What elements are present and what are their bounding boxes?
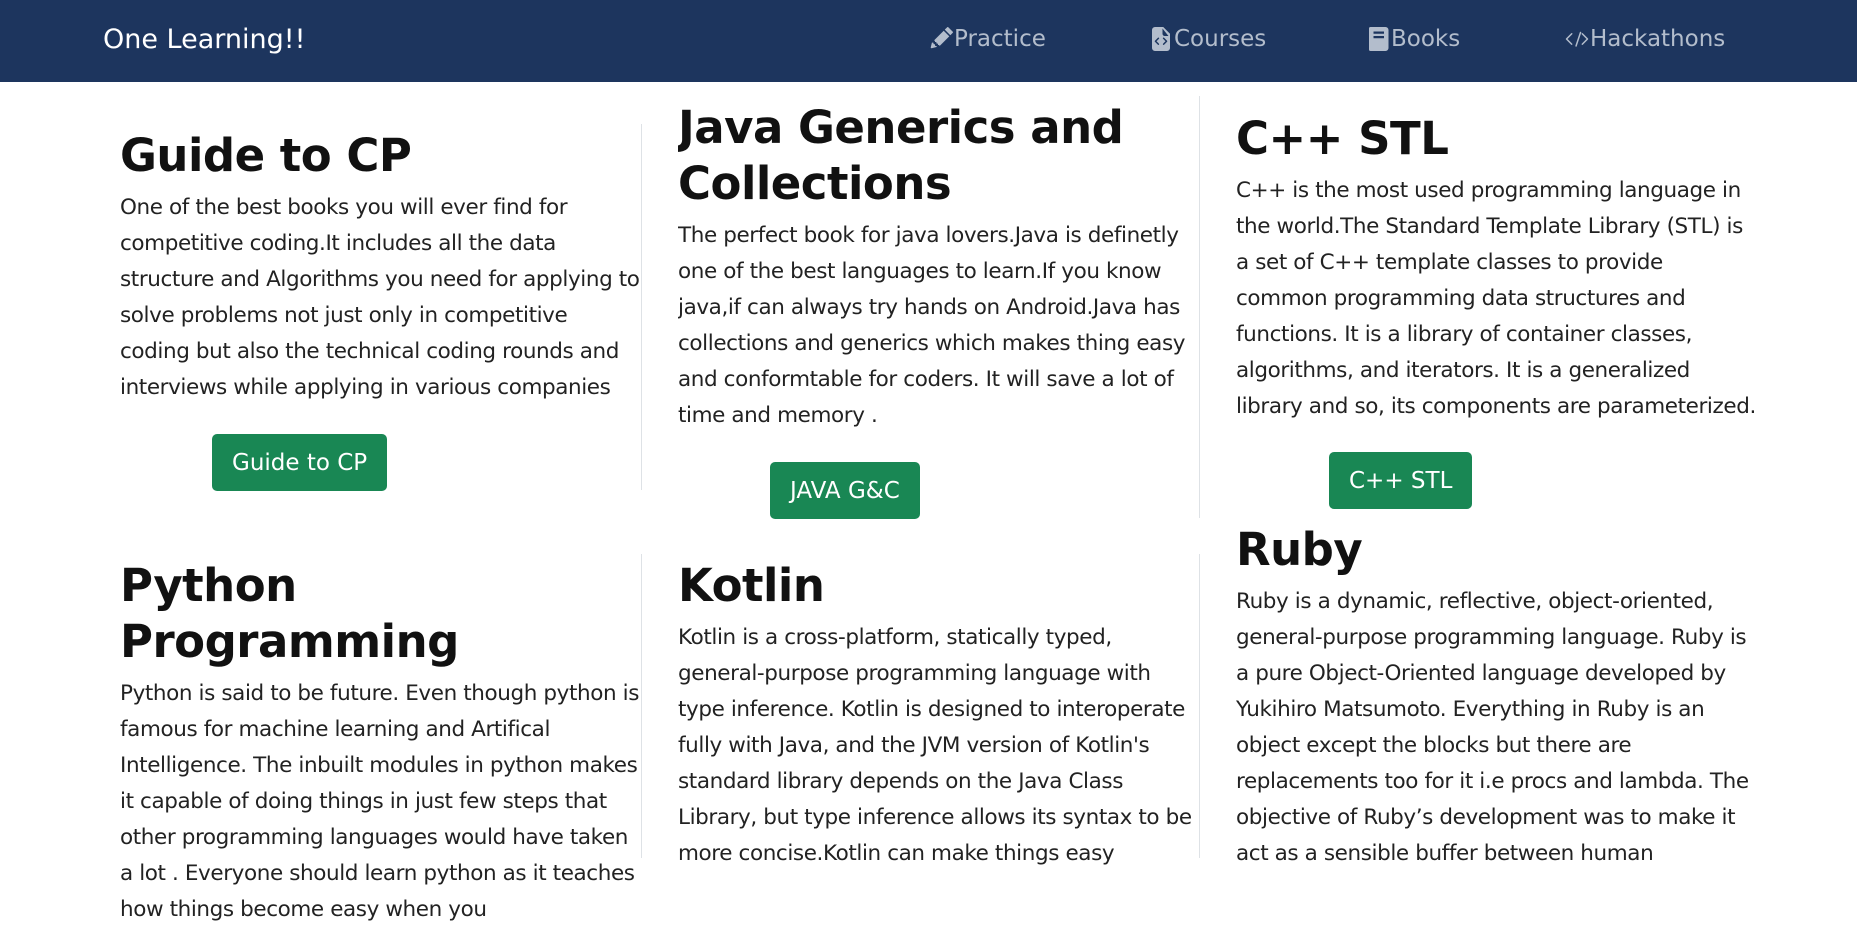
column-divider (1199, 554, 1200, 858)
book-card-python: Python Programming Python is said to be … (120, 558, 640, 928)
nav-link-hackathons[interactable]: Hackathons (1565, 26, 1725, 52)
book-card-kotlin: Kotlin Kotlin is a cross-platform, stati… (678, 558, 1198, 872)
nav-link-label: Hackathons (1590, 26, 1726, 52)
card-title: Java Generics and Collections (678, 101, 1124, 210)
pencil-icon (930, 27, 953, 49)
card-text: Python is said to be future. Even though… (120, 681, 640, 922)
card-title: Kotlin (678, 559, 825, 612)
navbar: One Learning!! Practice Courses Books Ha… (0, 0, 1857, 82)
guide-to-cp-button[interactable]: Guide to CP (212, 434, 388, 491)
nav-link-label: Courses (1174, 26, 1267, 52)
column-divider (641, 124, 642, 490)
brand-link[interactable]: One Learning!! (103, 24, 305, 55)
card-text: Ruby is a dynamic, reflective, object-or… (1236, 589, 1749, 866)
nav-link-books[interactable]: Books (1366, 26, 1460, 52)
book-card-cpp-stl: C++ STL C++ is the most used programming… (1236, 111, 1756, 425)
card-title: Guide to CP (120, 129, 412, 182)
nav-link-label: Books (1391, 26, 1461, 52)
book-card-guide-to-cp: Guide to CP One of the best books you wi… (120, 128, 640, 406)
card-text: C++ is the most used programming languag… (1236, 178, 1756, 419)
nav-link-courses[interactable]: Courses (1149, 26, 1266, 52)
cpp-stl-button[interactable]: C++ STL (1329, 452, 1473, 509)
nav-link-practice[interactable]: Practice (929, 26, 1046, 52)
card-title: Python Programming (120, 559, 459, 668)
card-text: The perfect book for java lovers.Java is… (678, 223, 1186, 428)
card-title: C++ STL (1236, 112, 1449, 165)
column-divider (1199, 96, 1200, 518)
book-icon (1369, 27, 1389, 51)
java-gc-button[interactable]: JAVA G&C (770, 462, 920, 519)
card-title: Ruby (1236, 523, 1363, 576)
card-text: Kotlin is a cross-platform, statically t… (678, 625, 1192, 866)
book-card-ruby: Ruby Ruby is a dynamic, reflective, obje… (1236, 522, 1756, 872)
book-card-java-generics: Java Generics and Collections The perfec… (678, 100, 1198, 434)
card-text: One of the best books you will ever find… (120, 195, 640, 400)
column-divider (641, 554, 642, 858)
nav-link-label: Practice (954, 26, 1046, 52)
file-code-icon (1152, 27, 1170, 51)
code-slash-icon (1565, 31, 1589, 47)
